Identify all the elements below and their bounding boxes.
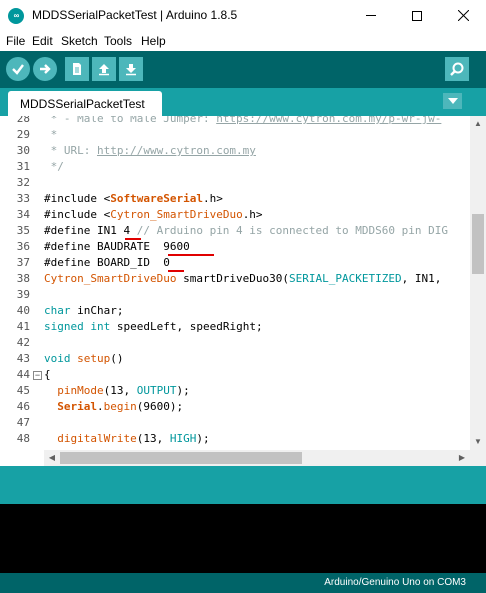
horizontal-scroll-thumb[interactable]: [60, 452, 302, 464]
line-number: 38: [16, 272, 30, 285]
chevron-down-icon: [447, 98, 458, 104]
code-area[interactable]: * - Male to Male Jumper: https://www.cyt…: [44, 116, 470, 450]
line-number: 37: [16, 256, 30, 269]
code-line-44: {: [44, 368, 51, 381]
code-line-40: char inChar;: [44, 304, 124, 317]
code-line-43: void setup(): [44, 352, 124, 365]
code-line-31: */: [44, 160, 64, 173]
line-number: 29: [16, 128, 30, 141]
code-line-34: #include <Cytron_SmartDriveDuo.h>: [44, 208, 263, 221]
code-line-41: signed int speedLeft, speedRight;: [44, 320, 263, 333]
scroll-up-icon[interactable]: ▲: [473, 119, 483, 129]
line-number: 39: [16, 288, 30, 301]
code-line-38: Cytron_SmartDriveDuo smartDriveDuo30(SER…: [44, 272, 442, 285]
line-number: 30: [16, 144, 30, 157]
code-line-36: #define BAUDRATE 9600: [44, 240, 190, 253]
line-number: 47: [16, 416, 30, 429]
verify-icon: [12, 64, 24, 75]
line-number: 41: [16, 320, 30, 333]
verify-button[interactable]: [6, 57, 30, 81]
code-line-28: * - Male to Male Jumper: https://www.cyt…: [44, 116, 442, 125]
line-number: 28: [16, 116, 30, 125]
line-number-gutter: 28 29 30 31 32 33 34 35 36 37 38 39 40 4…: [0, 116, 44, 450]
annotation-underline-board-id: [168, 270, 184, 272]
menu-edit[interactable]: Edit: [32, 34, 53, 48]
line-number: 42: [16, 336, 30, 349]
line-number: 32: [16, 176, 30, 189]
line-number: 46: [16, 400, 30, 413]
line-number: 36: [16, 240, 30, 253]
line-number: 48: [16, 432, 30, 445]
save-down-arrow-icon: [126, 64, 136, 76]
scrollbar-left-pad: [0, 450, 44, 466]
code-line-46: Serial.begin(9600);: [57, 400, 184, 413]
magnifier-icon: [450, 62, 464, 76]
vertical-scrollbar[interactable]: ▲ ▼: [470, 116, 486, 450]
line-number: 44: [16, 368, 30, 381]
board-port-label: Arduino/Genuino Uno on COM3: [324, 577, 466, 588]
code-line-30: * URL: http://www.cytron.com.my: [44, 144, 256, 157]
menu-file[interactable]: File: [6, 34, 25, 48]
minimize-icon: [366, 15, 376, 16]
upload-button[interactable]: [33, 57, 57, 81]
annotation-underline-pin: [125, 238, 141, 240]
code-line-45: pinMode(13, OUTPUT);: [57, 384, 190, 397]
status-bar: [0, 466, 486, 504]
close-button[interactable]: [440, 0, 486, 31]
horizontal-scrollbar[interactable]: ◀ ▶: [44, 450, 470, 466]
fold-toggle-icon[interactable]: −: [33, 371, 42, 380]
menu-help[interactable]: Help: [141, 34, 166, 48]
line-number: 33: [16, 192, 30, 205]
scroll-down-icon[interactable]: ▼: [473, 437, 483, 447]
minimize-button[interactable]: [348, 0, 394, 31]
menu-sketch[interactable]: Sketch: [61, 34, 98, 48]
new-button[interactable]: [65, 57, 89, 81]
close-icon: [457, 10, 469, 21]
line-number: 43: [16, 352, 30, 365]
line-number: 35: [16, 224, 30, 237]
code-editor[interactable]: 28 29 30 31 32 33 34 35 36 37 38 39 40 4…: [0, 116, 486, 450]
menu-bar: File Edit Sketch Tools Help: [0, 31, 486, 51]
window-title: MDDSSerialPacketTest | Arduino 1.8.5: [32, 8, 238, 22]
line-number: 40: [16, 304, 30, 317]
scroll-left-icon[interactable]: ◀: [47, 453, 57, 463]
maximize-button[interactable]: [394, 0, 440, 31]
code-line-48: digitalWrite(13, HIGH);: [57, 432, 210, 445]
line-number: 45: [16, 384, 30, 397]
maximize-icon: [412, 10, 422, 21]
annotation-underline-baudrate: [168, 254, 214, 256]
open-button[interactable]: [92, 57, 116, 81]
console-output[interactable]: [0, 504, 486, 573]
scrollbar-corner: [470, 450, 486, 466]
menu-tools[interactable]: Tools: [104, 34, 132, 48]
code-line-37: #define BOARD_ID 0: [44, 256, 170, 269]
serial-monitor-button[interactable]: [445, 57, 469, 81]
title-bar: ∞ MDDSSerialPacketTest | Arduino 1.8.5: [0, 0, 486, 31]
scroll-right-icon[interactable]: ▶: [457, 453, 467, 463]
arduino-logo-icon: ∞: [8, 8, 24, 24]
tab-sketch[interactable]: MDDSSerialPacketTest: [8, 91, 162, 116]
save-button[interactable]: [119, 57, 143, 81]
upload-arrow-icon: [40, 64, 51, 74]
line-number: 31: [16, 160, 30, 173]
code-line-29: *: [44, 128, 58, 141]
code-line-35: #define IN1 4 // Arduino pin 4 is connec…: [44, 224, 448, 237]
open-up-arrow-icon: [99, 64, 109, 76]
new-file-icon: [73, 63, 81, 75]
vertical-scroll-thumb[interactable]: [472, 214, 484, 274]
tab-menu-button[interactable]: [443, 93, 462, 109]
code-line-33: #include <SoftwareSerial.h>: [44, 192, 223, 205]
footer-bar: Arduino/Genuino Uno on COM3: [0, 573, 486, 593]
tab-bar: MDDSSerialPacketTest: [0, 88, 486, 116]
line-number: 34: [16, 208, 30, 221]
toolbar: [0, 51, 486, 88]
